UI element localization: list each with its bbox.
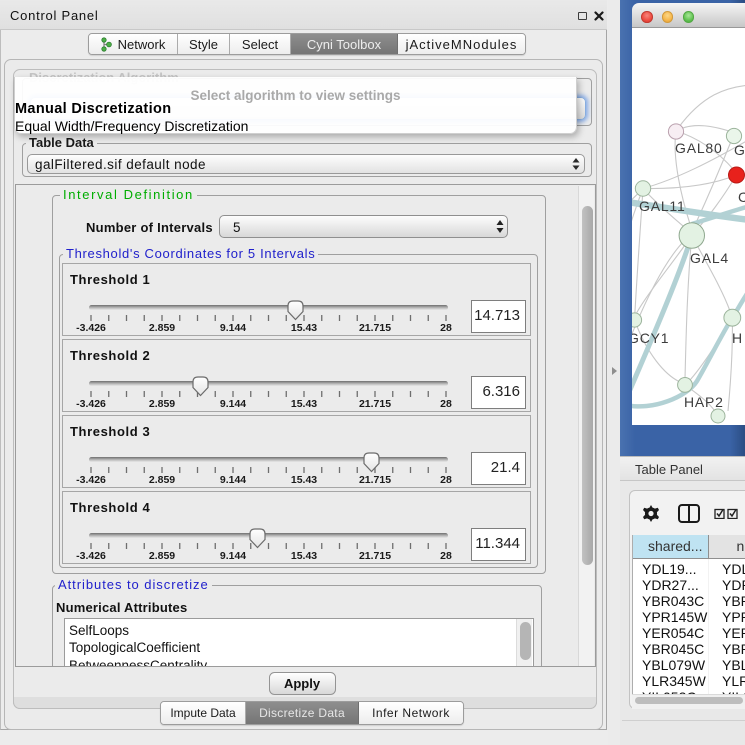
svg-text:HAP2: HAP2 [684, 394, 724, 410]
svg-text:C: C [738, 189, 745, 205]
svg-text:GAL80: GAL80 [675, 140, 723, 156]
svg-text:GCY1: GCY1 [632, 330, 669, 346]
svg-text:GAL11: GAL11 [639, 198, 686, 214]
svg-text:G: G [734, 142, 745, 158]
svg-text:H: H [732, 330, 743, 346]
svg-text:GAL4: GAL4 [690, 250, 729, 266]
